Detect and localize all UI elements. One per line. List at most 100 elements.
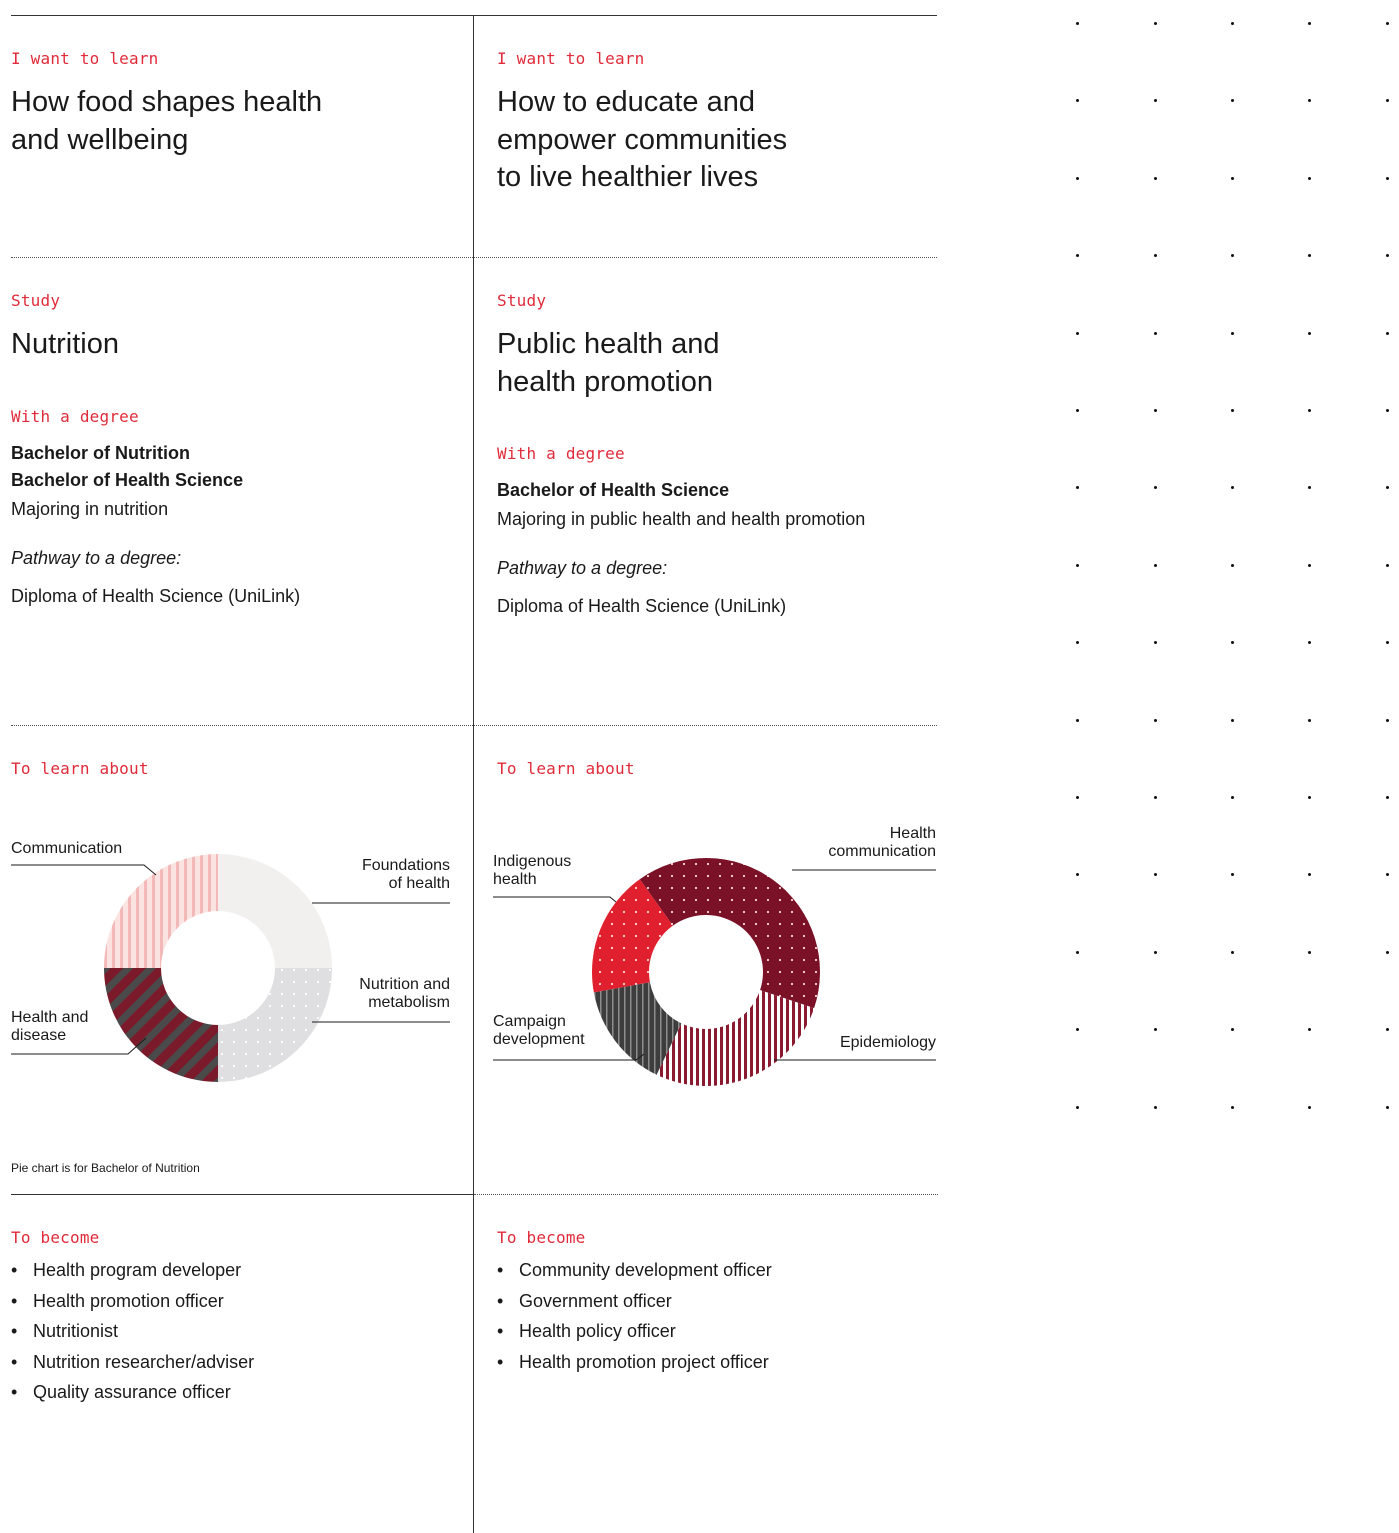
learn-line: How to educate and: [497, 86, 755, 118]
brochure-page: I want to learn How food shapes health a…: [0, 0, 1399, 1533]
grid-dot: [1308, 563, 1311, 567]
grid-dot: [1076, 254, 1079, 258]
top-rule: [11, 15, 937, 16]
grid-dot: [1231, 641, 1234, 645]
grid-dot: [1154, 409, 1157, 412]
grid-dot: [1386, 1105, 1389, 1109]
grid-dot: [1076, 563, 1079, 567]
degree-name: Bachelor of Health Science: [497, 480, 730, 500]
learn-about-label: To learn about: [11, 759, 149, 778]
grid-dot: [1076, 409, 1079, 412]
column-divider: [473, 15, 474, 1533]
study-line: Public health and: [497, 328, 720, 360]
grid-dot: [1386, 950, 1389, 954]
study-heading: Public health and health promotion: [497, 326, 720, 401]
grid-dot: [1231, 99, 1234, 103]
grid-dot: [1386, 331, 1389, 335]
career-item: Health promotion officer: [11, 1286, 254, 1317]
grid-dot: [1076, 950, 1079, 954]
slice-health-and-disease: [104, 968, 218, 1082]
career-item: Community development officer: [497, 1255, 772, 1286]
career-item: Health program developer: [11, 1255, 254, 1286]
become-label: To become: [497, 1228, 586, 1247]
grid-dot: [1308, 22, 1311, 25]
career-item: Health policy officer: [497, 1316, 772, 1347]
study-heading: Nutrition: [11, 326, 119, 364]
degree-list: Bachelor of Nutrition Bachelor of Health…: [11, 440, 243, 523]
label-text: Epidemiology: [840, 1034, 936, 1051]
grid-dot: [1154, 718, 1157, 722]
leader-line: [11, 864, 157, 876]
grid-dot: [1386, 718, 1389, 722]
career-list: Community development officer Government…: [497, 1255, 772, 1377]
career-list: Health program developer Health promotio…: [11, 1255, 254, 1408]
study-label: Study: [497, 291, 547, 310]
grid-dot: [1154, 950, 1157, 954]
grid-dot: [1154, 486, 1157, 490]
grid-dot: [1308, 176, 1311, 180]
label-text: Communication: [11, 840, 122, 857]
slice-communication: [104, 854, 218, 968]
grid-dot: [1076, 99, 1079, 103]
career-item: Government officer: [497, 1286, 772, 1317]
grid-dot: [1154, 796, 1157, 799]
grid-dot: [1386, 409, 1389, 412]
grid-dot: [1386, 486, 1389, 490]
study-line: Nutrition: [11, 328, 119, 360]
decorative-dot-grid: [1060, 0, 1399, 1130]
learn-line: How food shapes health: [11, 86, 323, 118]
slice-epidemiology: [656, 990, 815, 1086]
leader-line: [493, 1053, 645, 1061]
grid-dot: [1308, 409, 1311, 412]
donut-chart-public-health: Healthcommunication Epidemiology Campaignd…: [493, 825, 936, 1086]
label-indigenous-health: Indigenoushealth: [493, 853, 617, 903]
label-text: Campaign: [493, 1013, 566, 1030]
pathway-diploma: Diploma of Health Science (UniLink): [11, 586, 301, 606]
donut-chart-nutrition: Foundationsof health Nutrition andmetabol…: [11, 840, 450, 1082]
become-label: To become: [11, 1228, 100, 1247]
divider-study: [11, 257, 937, 258]
learn-label: I want to learn: [11, 49, 159, 68]
grid-dot: [1076, 1105, 1079, 1109]
label-health-communication: Healthcommunication: [792, 825, 936, 871]
label-text: Health and: [11, 1009, 88, 1026]
grid-dot: [1154, 254, 1157, 258]
degree-major: Majoring in nutrition: [11, 499, 169, 519]
study-label: Study: [11, 291, 61, 310]
divider-become-left: [11, 1194, 473, 1195]
pathway-label: Pathway to a degree:: [497, 558, 668, 578]
grid-dot: [1231, 796, 1234, 799]
chart-note: Pie chart is for Bachelor of Nutrition: [11, 1161, 200, 1175]
grid-dot: [1231, 1028, 1234, 1032]
label-communication: Communication: [11, 840, 157, 876]
pathway-label: Pathway to a degree:: [11, 548, 182, 568]
label-foundations-of-health: Foundationsof health: [312, 857, 450, 904]
grid-dot: [1231, 718, 1234, 722]
grid-dot: [1308, 718, 1311, 722]
grid-dot: [1076, 1028, 1079, 1032]
grid-dot: [1076, 22, 1079, 25]
learn-line: and wellbeing: [11, 123, 189, 156]
grid-dot: [1308, 796, 1311, 799]
grid-dot: [1308, 950, 1311, 954]
career-item: Health promotion project officer: [497, 1347, 772, 1378]
grid-dot: [1231, 254, 1234, 258]
grid-dot: [1308, 1028, 1311, 1032]
grid-dot: [1154, 873, 1157, 877]
label-text: Foundations: [362, 857, 450, 874]
label-text: communication: [828, 843, 936, 860]
grid-dot: [1154, 1028, 1157, 1032]
label-text: Health: [890, 825, 936, 842]
grid-dot: [1154, 1105, 1157, 1109]
degree-major: Majoring in public health and health pro…: [497, 509, 866, 529]
grid-dot: [1308, 254, 1311, 258]
degree-name: Bachelor of Health Science: [11, 470, 244, 490]
career-item: Nutritionist: [11, 1316, 254, 1347]
grid-dot: [1308, 331, 1311, 335]
grid-dot: [1154, 641, 1157, 645]
divider-learn-about: [11, 725, 937, 726]
degree-name: Bachelor of Nutrition: [11, 443, 190, 463]
study-line: health promotion: [497, 365, 714, 398]
career-item: Nutrition researcher/adviser: [11, 1347, 254, 1378]
label-nutrition-and-metabolism: Nutrition andmetabolism: [312, 976, 450, 1023]
